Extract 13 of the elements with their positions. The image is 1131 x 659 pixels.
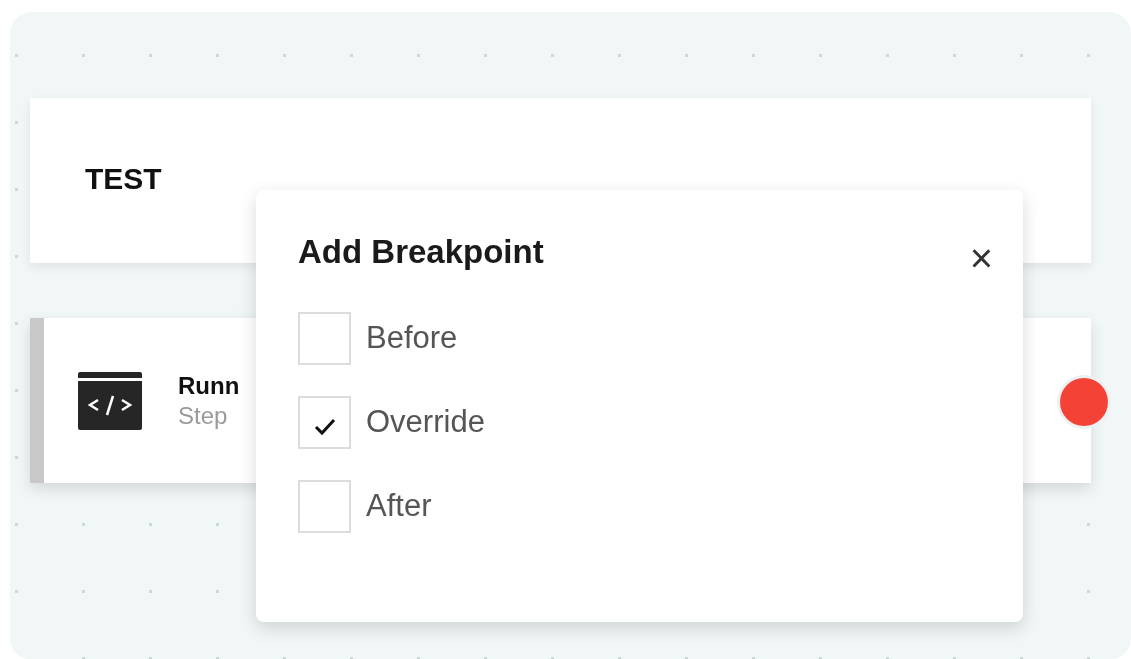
close-button[interactable]: × xyxy=(969,238,993,278)
option-label[interactable]: Override xyxy=(366,399,485,446)
check-icon xyxy=(313,417,336,436)
code-window-icon xyxy=(78,371,142,430)
option-label[interactable]: After xyxy=(366,483,432,530)
checkbox[interactable] xyxy=(298,312,351,365)
dialog-title: Add Breakpoint xyxy=(298,232,544,273)
step-subtitle: Step xyxy=(178,400,229,431)
checkbox[interactable] xyxy=(298,480,351,533)
checkbox[interactable] xyxy=(298,396,351,449)
option-label[interactable]: Before xyxy=(366,315,458,362)
step-title: Runn xyxy=(178,370,240,401)
card-title: TEST xyxy=(85,161,162,197)
